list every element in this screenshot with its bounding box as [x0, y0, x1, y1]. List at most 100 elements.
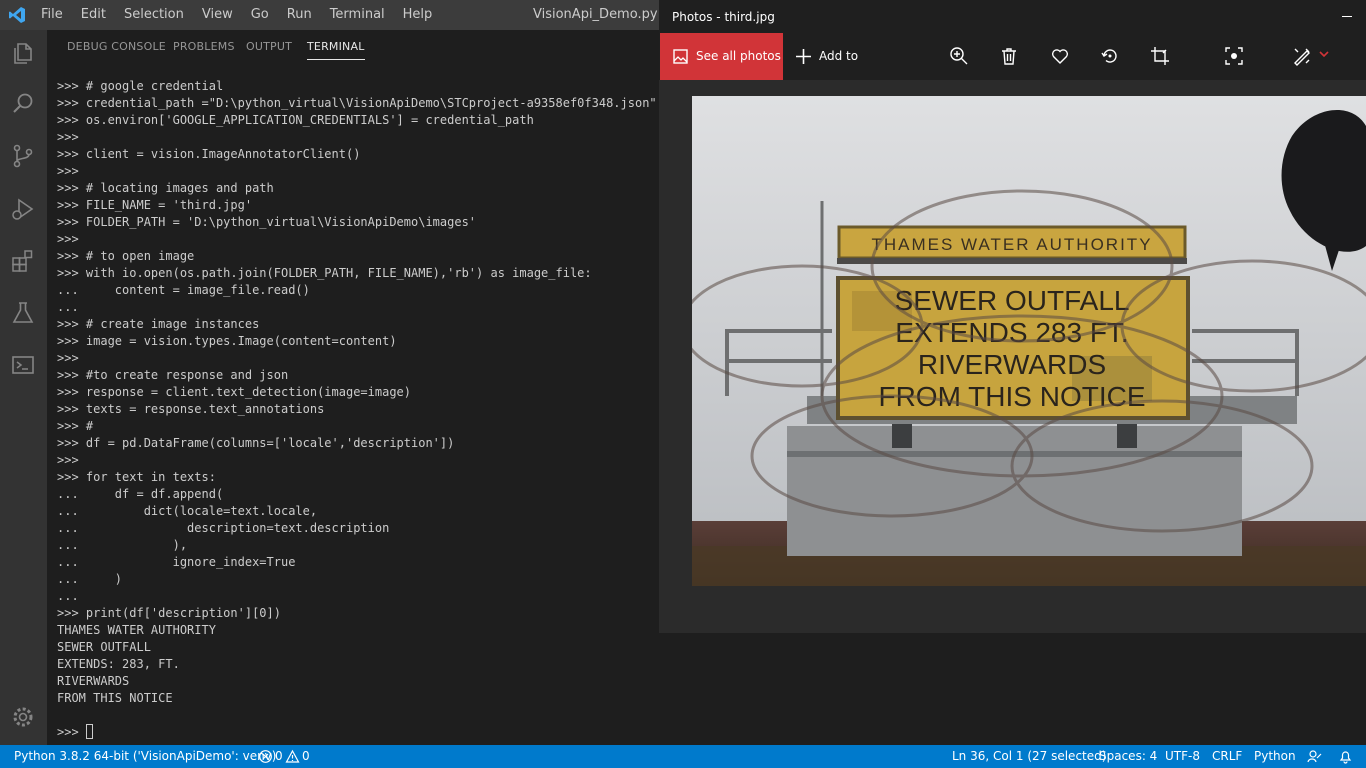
photo-viewer-image[interactable]: THAMES WATER AUTHORITY SEWER OUTFALL EXT…	[692, 96, 1366, 586]
run-debug-icon[interactable]	[10, 196, 36, 222]
terminal-line: SEWER OUTFALL	[57, 640, 151, 654]
terminal-line: >>> FILE_NAME = 'third.jpg'	[57, 198, 253, 212]
tab-output[interactable]: OUTPUT	[246, 30, 292, 64]
extensions-icon[interactable]	[10, 248, 36, 274]
terminal-line: >>> client = vision.ImageAnnotatorClient…	[57, 147, 361, 161]
terminal-line: >>> print(df['description'][0])	[57, 606, 281, 620]
terminal-line: >>> # create image instances	[57, 317, 260, 331]
edit-icon[interactable]	[1292, 46, 1312, 66]
zoom-icon[interactable]	[949, 46, 969, 66]
terminal-line: ... description=text.description	[57, 521, 390, 535]
terminal-line: RIVERWARDS	[57, 674, 130, 688]
terminal-line: >>> df = pd.DataFrame(columns=['locale',…	[57, 436, 455, 450]
error-count[interactable]: 0	[275, 745, 283, 768]
terminal-cursor	[85, 724, 93, 739]
terminal-line: ... )	[57, 572, 123, 586]
search-icon[interactable]	[10, 91, 36, 117]
photos-title: Photos - third.jpg	[672, 10, 775, 24]
terminal-line: >>> image = vision.types.Image(content=c…	[57, 334, 397, 348]
terminal-line: >>> # google credential	[57, 79, 224, 93]
tab-debug-console[interactable]: DEBUG CONSOLE	[67, 30, 166, 64]
terminal-prompt: >>>	[57, 725, 86, 739]
menu-go[interactable]: Go	[242, 0, 278, 30]
activity-bar	[0, 30, 47, 745]
terminal-line: >>> for text in texts:	[57, 470, 216, 484]
indentation[interactable]: Spaces: 4	[1099, 745, 1157, 768]
add-to-label: Add to	[819, 49, 859, 63]
terminal-line: ... content = image_file.read()	[57, 283, 310, 297]
menu-view[interactable]: View	[193, 0, 242, 30]
photos-titlebar: Photos - third.jpg	[659, 0, 1366, 33]
menu-terminal[interactable]: Terminal	[321, 0, 394, 30]
terminal-line: ...	[57, 300, 79, 314]
crop-icon[interactable]	[1150, 46, 1170, 66]
rotate-icon[interactable]	[1100, 46, 1120, 66]
encoding[interactable]: UTF-8	[1165, 745, 1200, 768]
terminal-line: ... df = df.append(	[57, 487, 224, 501]
terminal-line: >>>	[57, 453, 79, 467]
see-all-photos-label: See all photos	[696, 49, 781, 63]
terminal-line: >>> # to open image	[57, 249, 195, 263]
menu-edit[interactable]: Edit	[72, 0, 115, 30]
source-control-icon[interactable]	[10, 143, 36, 169]
terminal-line: >>> #to create response and json	[57, 368, 289, 382]
terminal-line: >>>	[57, 351, 79, 365]
vscode-logo-icon	[9, 7, 25, 23]
menu-file[interactable]: File	[32, 0, 72, 30]
terminal-line: >>>	[57, 232, 79, 246]
plus-icon	[796, 49, 811, 64]
chevron-down-icon[interactable]	[1319, 51, 1329, 58]
terminal-line: >>> texts = response.text_annotations	[57, 402, 325, 416]
terminal-line: ... dict(locale=text.locale,	[57, 504, 318, 518]
warning-icon[interactable]	[285, 749, 300, 764]
enhance-icon[interactable]	[1224, 46, 1244, 66]
see-all-photos-button[interactable]: See all photos	[660, 33, 783, 80]
terminal-line: >>> FOLDER_PATH = 'D:\python_virtual\Vis…	[57, 215, 477, 229]
terminal-line: >>>	[57, 164, 79, 178]
sign-line-1: SEWER OUTFALL	[895, 285, 1130, 316]
remote-icon[interactable]	[10, 352, 36, 378]
status-bar: Python 3.8.2 64-bit ('VisionApiDemo': ve…	[0, 745, 1366, 768]
sign-line-3: RIVERWARDS	[918, 349, 1106, 380]
notifications-bell-icon[interactable]	[1338, 749, 1353, 764]
menu-selection[interactable]: Selection	[115, 0, 193, 30]
terminal-prompt-line[interactable]: >>>	[57, 724, 660, 741]
testing-icon[interactable]	[10, 300, 36, 326]
terminal-line: >>> response = client.text_detection(ima…	[57, 385, 412, 399]
tab-terminal[interactable]: TERMINAL	[307, 30, 365, 64]
favorite-icon[interactable]	[1050, 46, 1070, 66]
photos-window: Photos - third.jpg See all photos Add to	[659, 0, 1366, 633]
menu-run[interactable]: Run	[278, 0, 321, 30]
sign-header-text: THAMES WATER AUTHORITY	[871, 235, 1152, 254]
line-ending[interactable]: CRLF	[1212, 745, 1242, 768]
terminal-line: >>> with io.open(os.path.join(FOLDER_PAT…	[57, 266, 592, 280]
minimize-button[interactable]	[1342, 16, 1352, 17]
warning-count[interactable]: 0	[302, 745, 310, 768]
terminal-output[interactable]: >>> # google credential >>> credential_pa…	[57, 78, 660, 742]
terminal-line: FROM THIS NOTICE	[57, 691, 173, 705]
terminal-line: EXTENDS: 283, FT.	[57, 657, 180, 671]
tab-problems[interactable]: PROBLEMS	[173, 30, 235, 64]
feedback-icon[interactable]	[1307, 749, 1322, 764]
photos-toolbar: See all photos Add to	[659, 33, 1366, 80]
explorer-icon[interactable]	[10, 40, 36, 66]
terminal-line: THAMES WATER AUTHORITY	[57, 623, 216, 637]
terminal-line: >>>	[57, 130, 79, 144]
python-interpreter[interactable]: Python 3.8.2 64-bit ('VisionApiDemo': ve…	[14, 745, 276, 768]
cursor-position[interactable]: Ln 36, Col 1 (27 selected)	[952, 745, 1106, 768]
terminal-line: >>> #	[57, 419, 94, 433]
error-icon[interactable]	[258, 749, 273, 764]
photos-icon	[673, 49, 688, 64]
settings-gear-icon[interactable]	[10, 704, 36, 730]
terminal-line: ...	[57, 589, 79, 603]
delete-icon[interactable]	[999, 46, 1019, 66]
terminal-line: >>> # locating images and path	[57, 181, 274, 195]
menu-bar: File Edit Selection View Go Run Terminal…	[32, 0, 441, 30]
terminal-line: ... ),	[57, 538, 188, 552]
terminal-line: ... ignore_index=True	[57, 555, 296, 569]
terminal-line: >>> os.environ['GOOGLE_APPLICATION_CREDE…	[57, 113, 534, 127]
menu-help[interactable]: Help	[394, 0, 442, 30]
language-mode[interactable]: Python	[1254, 745, 1296, 768]
terminal-line: >>> credential_path ="D:\python_virtual\…	[57, 96, 657, 110]
